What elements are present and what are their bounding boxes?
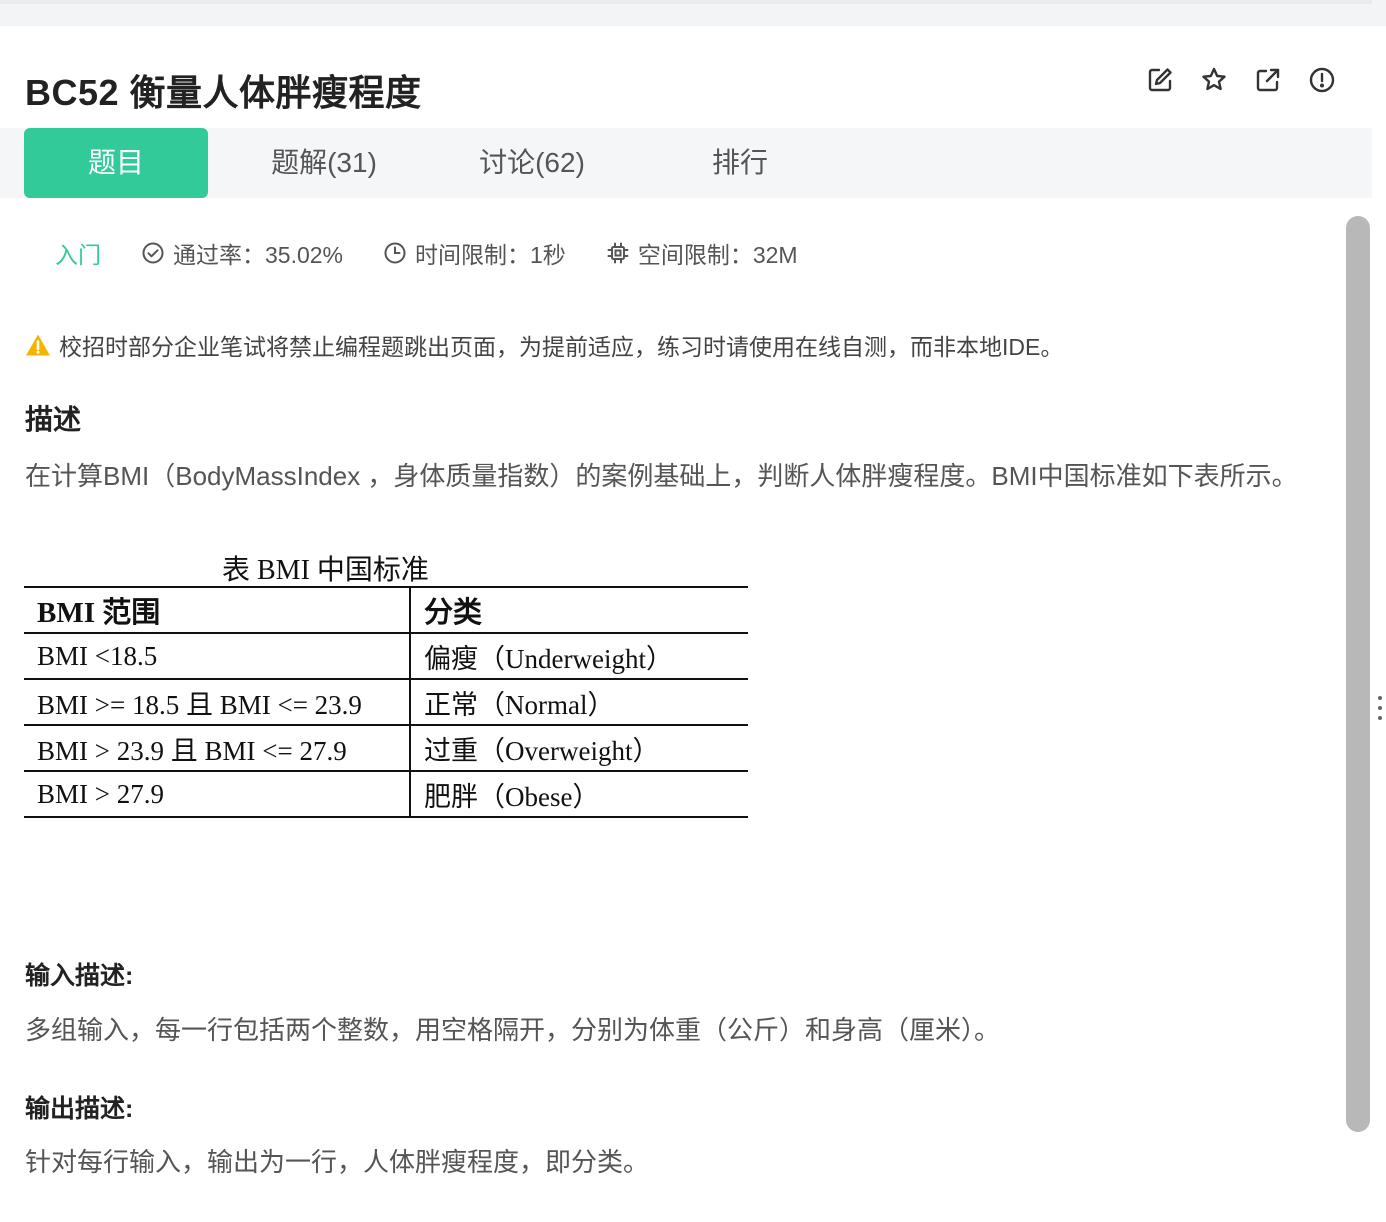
space-limit-text: 空间限制：32M (637, 242, 798, 268)
table-cell-category: 正常（Normal） (424, 689, 615, 720)
table-header-row: BMI 范围 分类 (24, 587, 748, 633)
table-row: BMI >= 18.5 且 BMI <= 23.9 正常（Normal） (24, 679, 748, 725)
tab-problem[interactable]: 题目 (24, 128, 208, 198)
table-row: BMI <18.5 偏瘦（Underweight） (24, 633, 748, 679)
top-strip-edge (0, 0, 1372, 4)
table-cell-category: 偏瘦（Underweight） (424, 643, 673, 674)
output-desc-text: 针对每行输入，输出为一行，人体胖瘦程度，即分类。 (25, 1147, 650, 1177)
table-cell-range: BMI <18.5 (24, 633, 411, 679)
bmi-table: BMI 范围 分类 BMI <18.5 偏瘦（Underweight） BMI … (24, 586, 748, 818)
star-icon[interactable] (1200, 66, 1228, 94)
table-caption: 表 BMI 中国标准 (222, 555, 429, 586)
tab-bar: 题目 题解(31) 讨论(62) 排行 (0, 128, 1372, 198)
space-limit: 空间限制：32M (606, 236, 798, 270)
table-row: BMI > 23.9 且 BMI <= 27.9 过重（Overweight） (24, 725, 748, 771)
output-desc-title: 输出描述: (25, 1095, 134, 1123)
pass-rate: 通过率：35.02% (141, 236, 343, 270)
panel-resize-handle[interactable] (1378, 696, 1384, 726)
table-cell-range: BMI > 23.9 且 BMI <= 27.9 (24, 725, 411, 771)
warning-notice: 校招时部分企业笔试将禁止编程题跳出页面，为提前适应，练习时请使用在线自测，而非本… (25, 328, 1063, 362)
problem-meta: 入门 通过率：35.02% 时间限制：1秒 空间限制：32M (55, 236, 838, 270)
difficulty-badge: 入门 (55, 242, 101, 268)
table-cell-range: BMI > 27.9 (24, 771, 411, 817)
vertical-scrollbar[interactable] (1346, 216, 1370, 1132)
table-row: BMI > 27.9 肥胖（Obese） (24, 771, 748, 817)
warning-icon (26, 334, 50, 356)
input-desc-text: 多组输入，每一行包括两个整数，用空格隔开，分别为体重（公斤）和身高（厘米）。 (25, 1015, 1001, 1045)
description-text: 在计算BMI（BodyMassIndex ，身体质量指数）的案例基础上，判断人体… (25, 461, 1298, 491)
clock-icon (384, 242, 406, 264)
table-cell-category: 肥胖（Obese） (424, 781, 600, 812)
description-title: 描述 (25, 404, 82, 435)
time-limit: 时间限制：1秒 (383, 236, 566, 270)
chip-icon (607, 242, 629, 264)
problem-content: 入门 通过率：35.02% 时间限制：1秒 空间限制：32M 校招时部分企业笔试… (0, 198, 1345, 1222)
pass-rate-text: 通过率：35.02% (173, 242, 344, 268)
problem-header: BC52 衡量人体胖瘦程度 (0, 26, 1372, 128)
input-desc-title: 输入描述: (25, 962, 134, 990)
top-strip (0, 0, 1386, 26)
tab-solutions[interactable]: 题解(31) (228, 128, 420, 198)
table-cell-category: 过重（Overweight） (424, 735, 660, 766)
check-circle-icon (142, 242, 164, 264)
warning-text: 校招时部分企业笔试将禁止编程题跳出页面，为提前适应，练习时请使用在线自测，而非本… (59, 334, 1064, 360)
edit-icon[interactable] (1146, 66, 1174, 94)
table-header-category: 分类 (424, 597, 483, 629)
header-actions (1146, 66, 1336, 94)
report-icon[interactable] (1308, 66, 1336, 94)
table-cell-range: BMI >= 18.5 且 BMI <= 23.9 (24, 679, 411, 725)
problem-title: BC52 衡量人体胖瘦程度 (25, 72, 422, 113)
tab-discussion[interactable]: 讨论(62) (436, 128, 628, 198)
tab-ranking[interactable]: 排行 (644, 128, 836, 198)
share-icon[interactable] (1254, 66, 1282, 94)
time-limit-text: 时间限制：1秒 (415, 242, 566, 268)
table-header-range: BMI 范围 (24, 587, 411, 633)
